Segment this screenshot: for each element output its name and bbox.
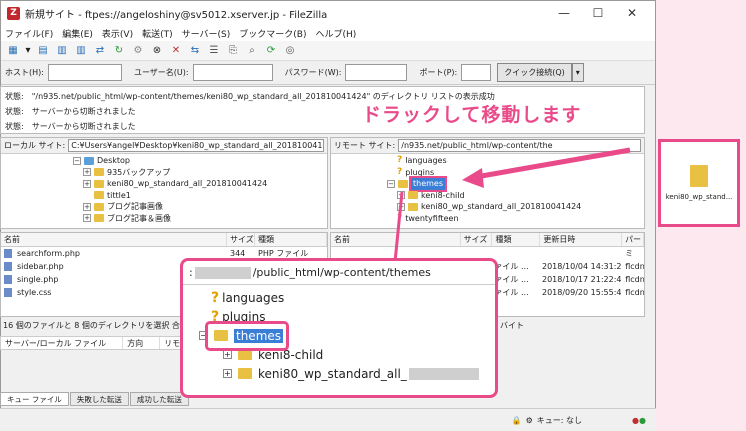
folder-icon <box>690 165 708 187</box>
column-header-name[interactable]: 名前 <box>1 233 227 246</box>
close-button[interactable]: ✕ <box>615 6 649 20</box>
remote-status-text: バイト <box>500 321 524 330</box>
toolbar: ▦ ▾ ▤ ▥ ▥ ⇄ ↻ ⚙ ⊗ ✕ ⇆ ☰ ⎘ ⌕ ⟳ ◎ <box>1 41 655 61</box>
password-label: パスワード(W): <box>284 68 342 77</box>
column-header-modified[interactable]: 更新日時 <box>540 233 623 246</box>
tab-queued-files[interactable]: キュー ファイル <box>0 392 69 406</box>
tree-item[interactable]: ? twentyfifteen <box>387 213 644 225</box>
themes-highlight-box <box>205 321 289 351</box>
minimize-button[interactable]: — <box>547 6 581 20</box>
toggle-log-icon[interactable]: ▤ <box>35 43 51 59</box>
tree-item-themes[interactable]: − themes <box>387 176 644 192</box>
tree-item[interactable]: ? plugins <box>387 167 644 179</box>
column-header-permissions[interactable]: パーミ <box>622 233 644 258</box>
redacted-path <box>194 266 251 279</box>
host-input[interactable] <box>47 64 122 81</box>
menu-server[interactable]: サーバー(S) <box>182 27 231 40</box>
refresh-icon[interactable]: ↻ <box>111 43 127 59</box>
zoom-tree-item[interactable]: + keni80_wp_standard_all_ <box>183 364 495 383</box>
php-file-icon <box>4 262 12 271</box>
host-label: ホスト(H): <box>5 68 44 77</box>
redacted-name <box>408 367 479 380</box>
disconnect-icon[interactable]: ✕ <box>168 43 184 59</box>
process-queue-icon[interactable]: ⚙ <box>130 43 146 59</box>
quickconnect-bar: ホスト(H): ユーザー名(U): パスワード(W): ポート(P): クイック… <box>1 61 655 85</box>
password-input[interactable] <box>345 64 408 81</box>
chevron-down-icon[interactable]: ▾ <box>24 43 32 59</box>
filezilla-logo-icon: Z <box>7 6 20 20</box>
drag-instruction-callout: ドラックして移動します <box>362 104 582 126</box>
menu-transfer[interactable]: 転送(T) <box>142 27 173 40</box>
tree-item[interactable]: ? languages <box>387 155 644 167</box>
menu-file[interactable]: ファイル(F) <box>5 27 53 40</box>
window-title: 新規サイト - ftpes://angeloshiny@sv5012.xserv… <box>25 9 328 21</box>
menu-help[interactable]: ヘルプ(H) <box>316 27 357 40</box>
queue-status: キュー: なし <box>536 415 583 425</box>
tree-item[interactable]: + keni80_wp_standard_all_201810041424 <box>387 201 644 213</box>
port-label: ポート(P): <box>419 68 458 77</box>
remote-site-label: リモート サイト: <box>334 141 396 150</box>
sync-browse-icon[interactable]: ⟳ <box>263 43 279 59</box>
desktop-folder-item[interactable]: keni80_wp_stand... <box>658 139 740 227</box>
queue-column-file[interactable]: サーバー/ローカル ファイル <box>1 337 124 349</box>
status-led-icon: ● <box>632 415 640 425</box>
column-header-type[interactable]: 種類 <box>492 233 541 246</box>
tree-item[interactable]: tittle1 <box>73 190 327 202</box>
menu-edit[interactable]: 編集(E) <box>62 27 93 40</box>
status-led-icon: ● <box>639 415 646 425</box>
css-file-icon <box>4 288 12 297</box>
tree-item-desktop[interactable]: − Desktop <box>73 155 327 167</box>
php-file-icon <box>4 249 12 258</box>
title-bar: Z 新規サイト - ftpes://angeloshiny@sv5012.xse… <box>1 1 655 25</box>
toggle-remote-tree-icon[interactable]: ▥ <box>73 43 89 59</box>
remote-tree-pane: リモート サイト: /n935.net/public_html/wp-conte… <box>330 137 645 229</box>
quickconnect-button[interactable]: クイック接続(Q) <box>497 63 572 82</box>
local-tree-pane: ローカル サイト: C:¥Users¥angel¥Desktop¥keni80_… <box>0 137 328 229</box>
column-header-size[interactable]: サイズ <box>227 233 255 246</box>
toggle-local-tree-icon[interactable]: ▥ <box>54 43 70 59</box>
tree-item[interactable]: + ブログ記事画像 <box>73 201 327 213</box>
desktop-folder-label: keni80_wp_stand... <box>665 193 733 201</box>
queue-tabs: キュー ファイル 失敗した転送 成功した転送 <box>0 392 190 406</box>
username-input[interactable] <box>192 64 273 81</box>
cancel-icon[interactable]: ⊗ <box>149 43 165 59</box>
menu-bar: ファイル(F) 編集(E) 表示(V) 転送(T) サーバー(S) ブックマーク… <box>1 25 655 41</box>
port-input[interactable] <box>461 64 492 81</box>
tree-item[interactable]: + keni8-child <box>387 190 644 202</box>
column-header-name[interactable]: 名前 <box>331 233 461 246</box>
lock-icon: 🔒 <box>511 415 522 425</box>
column-header-type[interactable]: 種類 <box>255 233 327 246</box>
user-label: ユーザー名(U): <box>133 68 189 77</box>
compare-icon[interactable]: ⎘ <box>225 43 241 59</box>
tab-failed-transfers[interactable]: 失敗した転送 <box>69 392 129 406</box>
tree-item[interactable]: +935バックアップ <box>73 167 327 179</box>
php-file-icon <box>4 275 12 284</box>
column-header-size[interactable]: サイズ <box>461 233 493 246</box>
tab-successful-transfers[interactable]: 成功した転送 <box>129 392 189 406</box>
filter-icon[interactable]: ☰ <box>206 43 222 59</box>
status-bar: 🔒 ⚙ キュー: なし ● ● <box>0 408 656 431</box>
local-site-label: ローカル サイト: <box>4 141 66 150</box>
maximize-button[interactable]: ☐ <box>581 6 615 20</box>
reconnect-icon[interactable]: ⇆ <box>187 43 203 59</box>
tree-item[interactable]: + ブログ記事＆画像 <box>73 213 327 225</box>
menu-view[interactable]: 表示(V) <box>102 27 133 40</box>
queue-column-direction[interactable]: 方向 <box>123 337 161 349</box>
remote-site-path[interactable]: /n935.net/public_html/wp-content/the <box>398 139 641 152</box>
menu-bookmarks[interactable]: ブックマーク(B) <box>239 27 306 40</box>
site-manager-icon[interactable]: ▦ <box>5 43 21 59</box>
quickconnect-dropdown-icon[interactable]: ▾ <box>571 63 584 82</box>
zoomed-remote-tree: : /public_html/wp-content/themes ? langua… <box>180 258 498 398</box>
zoom-path-bar: : /public_html/wp-content/themes <box>183 261 495 285</box>
local-site-path[interactable]: C:¥Users¥angel¥Desktop¥keni80_wp_standar… <box>68 139 324 152</box>
zoom-path-text: /public_html/wp-content/themes <box>252 266 431 279</box>
find-files-icon[interactable]: ◎ <box>282 43 298 59</box>
gear-icon: ⚙ <box>525 415 533 425</box>
toggle-queue-icon[interactable]: ⇄ <box>92 43 108 59</box>
tree-item[interactable]: + keni80_wp_standard_all_201810041424 <box>73 178 327 190</box>
search-icon[interactable]: ⌕ <box>244 43 260 59</box>
zoom-tree-item[interactable]: ? languages <box>183 288 495 307</box>
